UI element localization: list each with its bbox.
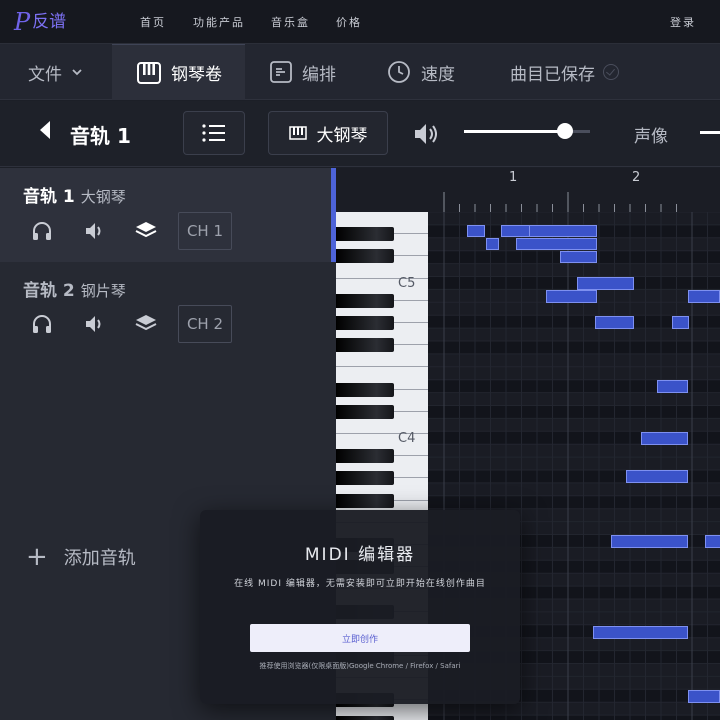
layers-icon[interactable] <box>134 312 158 336</box>
add-track-button[interactable]: + 添加音轨 <box>26 544 136 570</box>
headphones-icon[interactable] <box>30 219 54 243</box>
track-list-button[interactable] <box>183 111 245 155</box>
midi-note[interactable] <box>657 380 688 393</box>
tab-tempo[interactable]: 速度 <box>387 44 455 100</box>
tab-arrange-label: 编排 <box>302 64 336 85</box>
midi-note[interactable] <box>516 238 597 250</box>
tab-piano-roll[interactable]: 钢琴卷 <box>112 44 245 100</box>
save-status-label: 曲目已保存 <box>510 64 595 85</box>
black-key[interactable] <box>336 316 394 330</box>
speaker-icon[interactable] <box>82 312 106 336</box>
midi-note[interactable] <box>486 238 499 250</box>
bar-number-1: 1 <box>509 170 518 185</box>
black-key[interactable] <box>336 338 394 353</box>
midi-note[interactable] <box>560 251 597 263</box>
track-2-name: 音轨 2 <box>23 281 75 301</box>
logo[interactable]: P 反谱 <box>14 8 66 36</box>
midi-note[interactable] <box>501 225 531 237</box>
pan-slider[interactable] <box>700 131 720 134</box>
layers-icon[interactable] <box>134 219 158 243</box>
chevron-down-icon <box>72 69 82 76</box>
create-now-button[interactable]: 立即创作 <box>250 624 470 652</box>
logo-text: 反谱 <box>32 12 67 32</box>
nav-home-link[interactable]: 首页 <box>140 14 166 30</box>
midi-note[interactable] <box>688 690 720 703</box>
midi-note[interactable] <box>467 225 485 237</box>
current-track-name: 音轨 1 <box>70 124 131 148</box>
black-key[interactable] <box>336 249 394 264</box>
track-1-instrument: 大钢琴 <box>80 188 126 206</box>
midi-note[interactable] <box>672 316 689 329</box>
ruler-ticks <box>443 192 677 212</box>
track-1-name: 音轨 1 <box>23 187 75 207</box>
channel-box-1[interactable]: CH 1 <box>178 212 232 250</box>
black-key[interactable] <box>336 293 394 308</box>
add-track-label: 添加音轨 <box>63 548 136 569</box>
black-key[interactable] <box>336 715 394 720</box>
black-key[interactable] <box>336 404 394 419</box>
nav-pricing-link[interactable]: 价格 <box>336 14 362 30</box>
octave-label-c5: C5 <box>398 276 416 291</box>
octave-label-c4: C4 <box>398 431 416 446</box>
keyboard-icon <box>288 126 307 140</box>
midi-note[interactable] <box>705 535 720 548</box>
logo-mark: P <box>14 8 31 36</box>
midi-note[interactable] <box>529 225 597 237</box>
volume-slider-fill <box>464 130 565 133</box>
volume-icon[interactable] <box>412 121 440 147</box>
channel-box-2[interactable]: CH 2 <box>178 305 232 343</box>
save-status: 曲目已保存 <box>510 44 619 100</box>
track-toolbar: 音轨 1 大钢琴 <box>0 101 720 167</box>
track-2-instrument: 钢片琴 <box>80 282 126 300</box>
instrument-label: 大钢琴 <box>316 125 368 146</box>
modal-subtitle: 在线 MIDI 编辑器，无需安装即可立即开始在线创作曲目 <box>234 579 486 589</box>
midi-note[interactable] <box>626 470 688 483</box>
bar-number-2: 2 <box>632 170 641 185</box>
login-link[interactable]: 登录 <box>670 14 696 30</box>
file-menu-label: 文件 <box>28 64 62 85</box>
track-item-1[interactable]: 音轨 1 大钢琴 CH 1 <box>0 168 336 262</box>
midi-note[interactable] <box>546 290 597 303</box>
list-icon <box>202 124 225 142</box>
speaker-icon[interactable] <box>82 219 106 243</box>
editor-tabbar: 文件 钢琴卷 编排 速度 曲目已保存 <box>0 44 720 100</box>
midi-note[interactable] <box>595 316 634 329</box>
file-menu[interactable]: 文件 <box>28 44 84 100</box>
volume-slider[interactable] <box>464 123 590 139</box>
midi-note[interactable] <box>688 290 720 303</box>
nav-features-link[interactable]: 功能产品 <box>193 14 245 30</box>
pan-label: 声像 <box>634 127 668 147</box>
midi-note[interactable] <box>593 626 688 639</box>
black-key[interactable] <box>336 449 394 464</box>
black-key[interactable] <box>336 227 394 242</box>
volume-slider-handle[interactable] <box>556 123 573 139</box>
headphones-icon[interactable] <box>30 312 54 336</box>
tab-piano-roll-label: 钢琴卷 <box>171 65 222 85</box>
timeline-ruler[interactable]: 1 2 <box>336 168 720 212</box>
midi-note[interactable] <box>611 535 688 548</box>
welcome-modal: MIDI 编辑器 在线 MIDI 编辑器，无需安装即可立即开始在线创作曲目 立即… <box>200 510 520 704</box>
black-key[interactable] <box>336 493 394 508</box>
piano-icon <box>137 61 161 84</box>
clock-icon <box>387 60 411 84</box>
back-arrow-icon[interactable] <box>40 121 50 139</box>
nav-musicbox-link[interactable]: 音乐盒 <box>271 14 310 30</box>
track-2-title: 音轨 2 钢片琴 <box>23 276 126 301</box>
plus-icon: + <box>26 542 48 572</box>
arrange-icon <box>270 61 292 83</box>
tab-tempo-label: 速度 <box>421 64 455 85</box>
midi-note[interactable] <box>641 432 688 445</box>
top-navbar: P 反谱 首页 功能产品 音乐盒 价格 登录 <box>0 0 720 44</box>
black-key[interactable] <box>336 382 394 397</box>
tab-arrange[interactable]: 编排 <box>270 44 336 100</box>
modal-title: MIDI 编辑器 <box>304 545 416 565</box>
track-item-2[interactable]: 音轨 2 钢片琴 CH 2 <box>0 262 336 356</box>
browser-recommendation: 推荐使用浏览器(仅限桌面版)Google Chrome / Firefox / … <box>259 662 461 670</box>
track-1-title: 音轨 1 大钢琴 <box>23 182 126 207</box>
check-circle-icon <box>603 64 619 80</box>
instrument-select[interactable]: 大钢琴 <box>268 111 388 155</box>
midi-note[interactable] <box>577 277 634 290</box>
black-key[interactable] <box>336 471 394 486</box>
